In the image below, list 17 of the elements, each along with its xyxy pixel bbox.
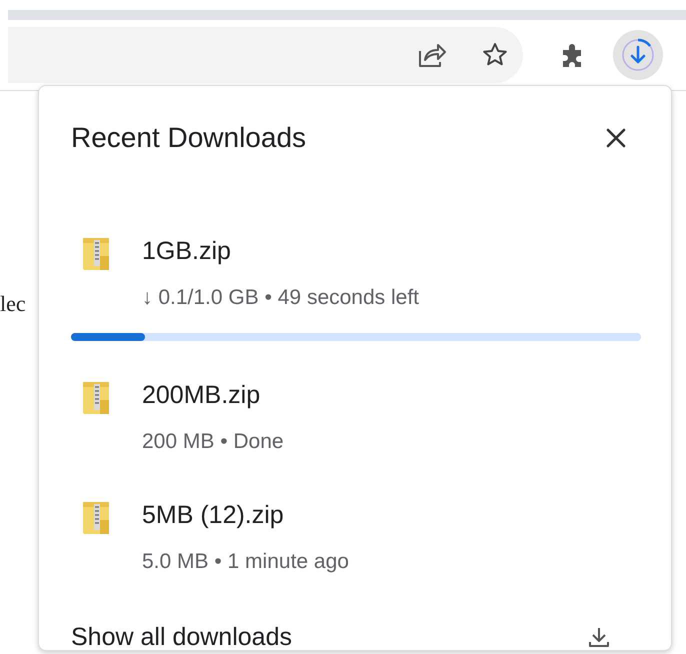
- share-icon[interactable]: [417, 41, 447, 69]
- zip-file-icon: [83, 502, 109, 534]
- close-icon[interactable]: [605, 127, 627, 149]
- file-name[interactable]: 1GB.zip: [142, 238, 420, 264]
- download-progress-icon: [621, 38, 655, 72]
- download-status: 200 MB • Done: [142, 430, 284, 454]
- file-name[interactable]: 5MB (12).zip: [142, 502, 349, 528]
- page-text: lec: [0, 291, 26, 316]
- download-button[interactable]: [613, 30, 663, 80]
- zip-file-icon: [83, 382, 109, 414]
- panel-title: Recent Downloads: [71, 122, 306, 154]
- show-all-downloads-link[interactable]: Show all downloads: [71, 624, 292, 650]
- download-status: ↓ 0.1/1.0 GB • 49 seconds left: [142, 286, 420, 310]
- download-icon[interactable]: [587, 625, 611, 649]
- zip-file-icon: [83, 238, 109, 270]
- file-name[interactable]: 200MB.zip: [142, 382, 284, 408]
- download-status: 5.0 MB • 1 minute ago: [142, 550, 349, 574]
